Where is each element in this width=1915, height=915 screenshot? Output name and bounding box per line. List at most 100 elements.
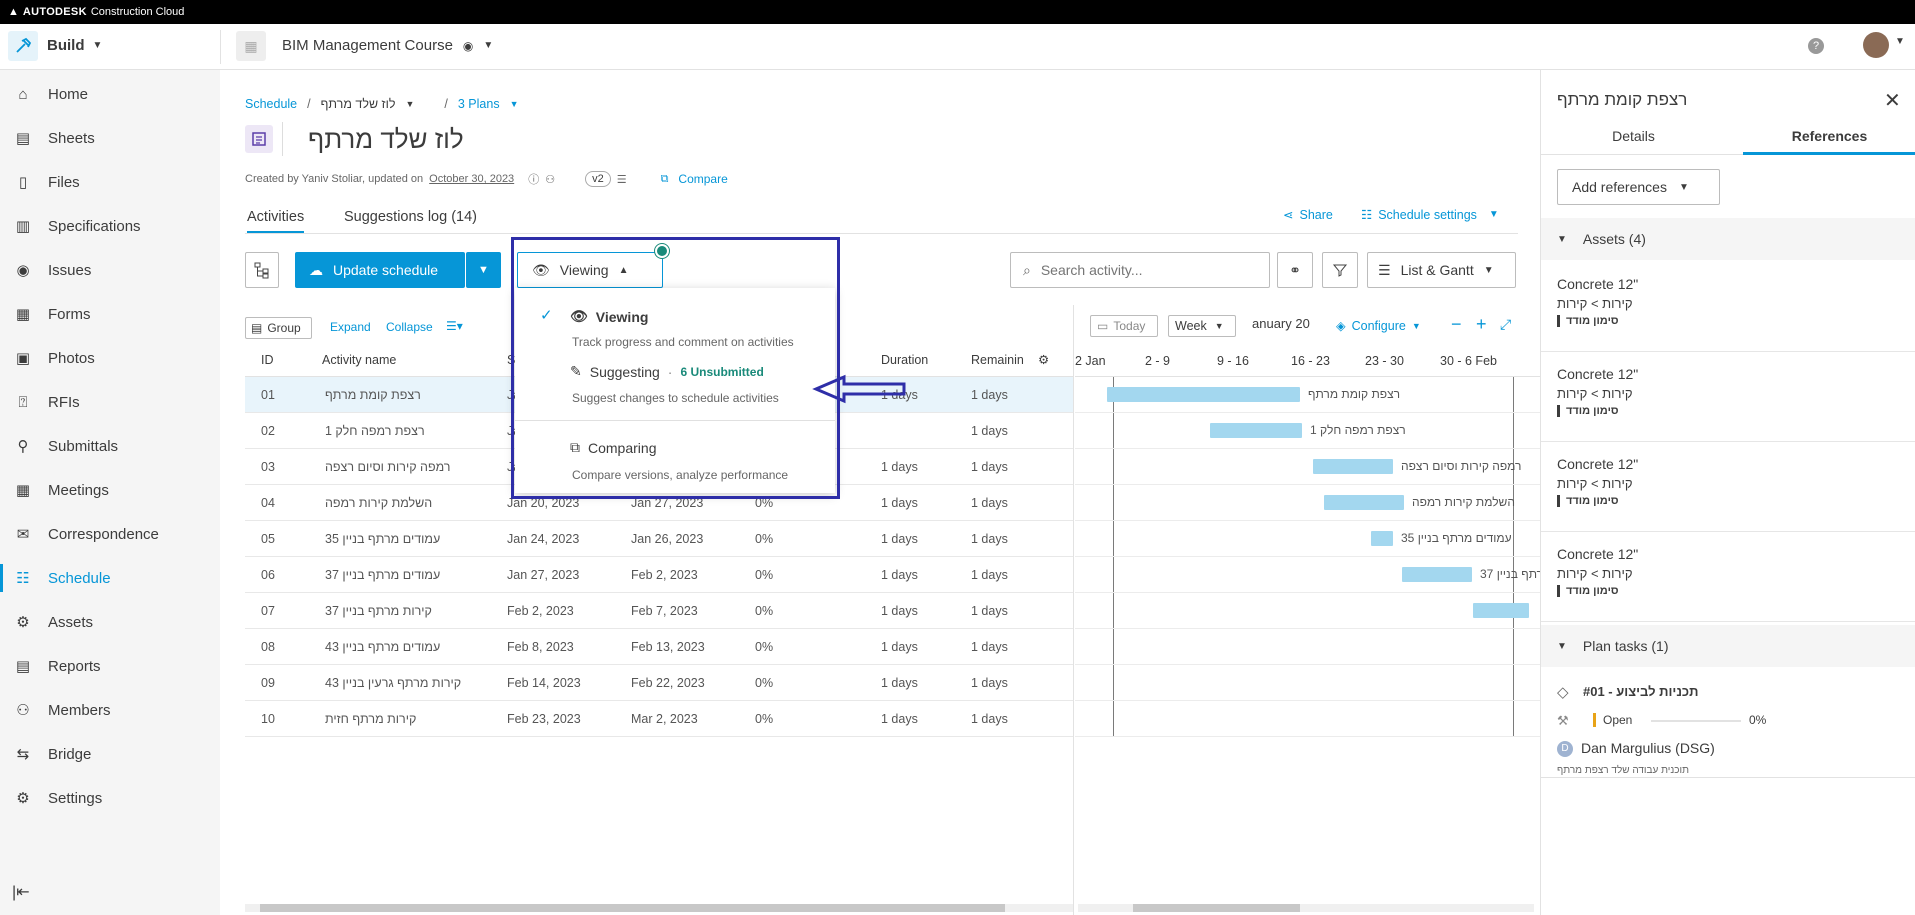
share-button[interactable]: ⋖ Share <box>1283 207 1333 223</box>
sidebar-item-label: Reports <box>48 657 101 675</box>
configure-button[interactable]: ◈ Configure ▼ <box>1336 318 1421 334</box>
breadcrumb-plans[interactable]: 3 Plans <box>458 97 500 111</box>
table-row[interactable]: 06 עמודים מרתף בניין 37 Jan 27, 2023 Feb 2,… <box>245 557 1073 593</box>
tab-details[interactable]: Details <box>1541 128 1726 144</box>
hierarchy-button[interactable] <box>245 252 279 288</box>
help-icon[interactable]: ? <box>1808 38 1824 54</box>
gantt-bar[interactable] <box>1371 531 1393 546</box>
table-row[interactable]: 07 קירות מרתף בניין 37 Feb 2, 2023 Feb 7, 2… <box>245 593 1073 629</box>
project-switcher[interactable]: BIM Management Course ◉ ▼ <box>282 37 493 54</box>
view-switcher[interactable]: ☰ List & Gantt ▼ <box>1367 252 1516 288</box>
sidebar-item-submittals[interactable]: ⚲ Submittals <box>0 426 220 466</box>
assets-section-header[interactable]: ▼ Assets (4) <box>1541 218 1915 260</box>
cell-dur: 1 days <box>881 604 918 618</box>
diamond-icon: ◇ <box>1557 684 1569 701</box>
sidebar-item-specifications[interactable]: ▥ Specifications <box>0 206 220 246</box>
avatar[interactable] <box>1863 32 1889 58</box>
version-badge[interactable]: v2 <box>585 171 611 187</box>
col-activity-name[interactable]: Activity name <box>322 353 396 367</box>
table-scrollbar-thumb[interactable] <box>260 904 1005 912</box>
fit-screen-icon[interactable]: ⤢ <box>1500 316 1511 333</box>
schedule-settings-label: Schedule settings <box>1378 207 1477 222</box>
gantt-bar[interactable] <box>1210 423 1302 438</box>
table-row[interactable]: 09 קירות מרתף גרעין בניין 43 Feb 14, 2023 F… <box>245 665 1073 701</box>
filter-button[interactable] <box>1322 252 1358 288</box>
cell-finish: Feb 7, 2023 <box>631 604 698 618</box>
list-options-icon[interactable]: ☰▾ <box>446 319 463 333</box>
scale-dropdown[interactable]: Week ▼ <box>1168 315 1236 337</box>
sidebar-item-files[interactable]: ▯ Files <box>0 162 220 202</box>
table-row[interactable]: 05 עמודים מרתף בניין 35 Jan 24, 2023 Jan 26… <box>245 521 1073 557</box>
tab-suggestions-log[interactable]: Suggestions log (14) <box>344 209 477 225</box>
sidebar-item-reports[interactable]: ▤ Reports <box>0 646 220 686</box>
version-list-icon[interactable]: ☰ <box>617 173 627 186</box>
created-by-text: Created by Yaniv Stoliar, updated on <box>245 173 424 185</box>
cell-name: קירות מרתף בניין 37 <box>325 604 432 618</box>
col-id[interactable]: ID <box>261 353 274 367</box>
sidebar-item-rfis[interactable]: ⍰ RFIs <box>0 382 220 422</box>
sidebar-item-sheets[interactable]: ▤ Sheets <box>0 118 220 158</box>
sidebar-item-photos[interactable]: ▣ Photos <box>0 338 220 378</box>
gantt-bar[interactable] <box>1402 567 1472 582</box>
close-icon[interactable]: ✕ <box>1884 88 1901 113</box>
asset-card[interactable]: Concrete 12" קירות > קירות סימון מודד <box>1541 262 1915 352</box>
info-icon[interactable]: ⓘ <box>528 171 539 187</box>
sidebar-item-home[interactable]: ⌂ Home <box>0 74 220 114</box>
sidebar-item-issues[interactable]: ◉ Issues <box>0 250 220 290</box>
tab-references[interactable]: References <box>1743 128 1915 144</box>
table-scrollbar[interactable] <box>245 904 1073 912</box>
updated-date-link[interactable]: October 30, 2023 <box>429 173 514 185</box>
cell-pct: 0% <box>755 640 774 654</box>
update-schedule-dropdown[interactable]: ▼ <box>466 252 501 288</box>
files-icon: ▯ <box>18 174 28 191</box>
members-icon[interactable]: ⚇ <box>545 173 555 186</box>
collapse-sidebar-icon[interactable]: |⇤ <box>12 882 30 902</box>
column-settings-icon[interactable]: ⚙ <box>1038 352 1049 367</box>
plan-task-card[interactable]: ◇ #01 - תכניות לביצוע ⚒ Open 0% D Dan Ma… <box>1541 668 1915 778</box>
chevron-down-icon[interactable]: ▼ <box>1895 36 1905 47</box>
gantt-bar[interactable] <box>1473 603 1529 618</box>
sidebar-item-forms[interactable]: ▦ Forms <box>0 294 220 334</box>
cell-rem: 1 days <box>971 388 1008 402</box>
add-references-button[interactable]: Add references ▼ <box>1557 169 1720 205</box>
update-schedule-button[interactable]: ☁ Update schedule <box>295 252 465 288</box>
gantt-bar[interactable] <box>1107 387 1300 402</box>
asset-card[interactable]: Concrete 12" קירות > קירות סימון מודד <box>1541 352 1915 442</box>
sidebar-item-members[interactable]: ⚇ Members <box>0 690 220 730</box>
today-button[interactable]: ▭ Today <box>1090 315 1158 337</box>
zoom-out-icon[interactable]: − <box>1451 314 1462 335</box>
zoom-in-icon[interactable]: + <box>1476 314 1487 335</box>
binoculars-button[interactable]: ⚭ <box>1277 252 1313 288</box>
tab-activities[interactable]: Activities <box>247 209 305 233</box>
col-remaining[interactable]: Remainin <box>971 353 1024 367</box>
sidebar-item-schedule[interactable]: ☷ Schedule <box>0 558 220 598</box>
sidebar-item-meetings[interactable]: ▦ Meetings <box>0 470 220 510</box>
expand-link[interactable]: Expand <box>330 320 371 334</box>
table-row[interactable]: 10 קירות מרתף חזית Feb 23, 2023 Mar 2, 2023… <box>245 701 1073 737</box>
breadcrumb-separator: / <box>444 97 448 111</box>
asset-card[interactable]: Concrete 12" קירות > קירות סימון מודד <box>1541 442 1915 532</box>
gantt-scrollbar-thumb[interactable] <box>1133 904 1300 912</box>
collapse-link[interactable]: Collapse <box>386 320 433 334</box>
gantt-bar[interactable] <box>1313 459 1393 474</box>
sidebar-item-assets[interactable]: ⚙ Assets <box>0 602 220 642</box>
schedule-settings-button[interactable]: ☷ Schedule settings ▼ <box>1361 207 1499 223</box>
table-row[interactable]: 08 עמודים מרתף בניין 43 Feb 8, 2023 Feb 13,… <box>245 629 1073 665</box>
asset-card[interactable]: Concrete 12" קירות > קירות סימון מודד <box>1541 532 1915 622</box>
search-box[interactable]: ⌕ <box>1010 252 1270 288</box>
sidebar-item-correspondence[interactable]: ✉ Correspondence <box>0 514 220 554</box>
col-duration[interactable]: Duration <box>881 353 928 367</box>
breadcrumb-schedule[interactable]: Schedule <box>245 97 297 111</box>
compare-link[interactable]: Compare <box>678 172 727 186</box>
plan-tasks-section-header[interactable]: ▼ Plan tasks (1) <box>1541 625 1915 667</box>
gantt-scrollbar[interactable] <box>1078 904 1534 912</box>
group-button[interactable]: ▤ Group <box>245 317 312 339</box>
search-input[interactable] <box>1040 262 1241 278</box>
sidebar-item-settings[interactable]: ⚙ Settings <box>0 778 220 818</box>
cell-name: קירות מרתף חזית <box>325 712 417 726</box>
gantt-bar[interactable] <box>1324 495 1404 510</box>
breadcrumb-schedule-name[interactable]: לוז שלד מרתף <box>321 97 396 111</box>
app-switcher[interactable]: Build ▼ <box>47 37 102 54</box>
asset-path: קירות > קירות <box>1557 566 1633 581</box>
sidebar-item-bridge[interactable]: ⇆ Bridge <box>0 734 220 774</box>
